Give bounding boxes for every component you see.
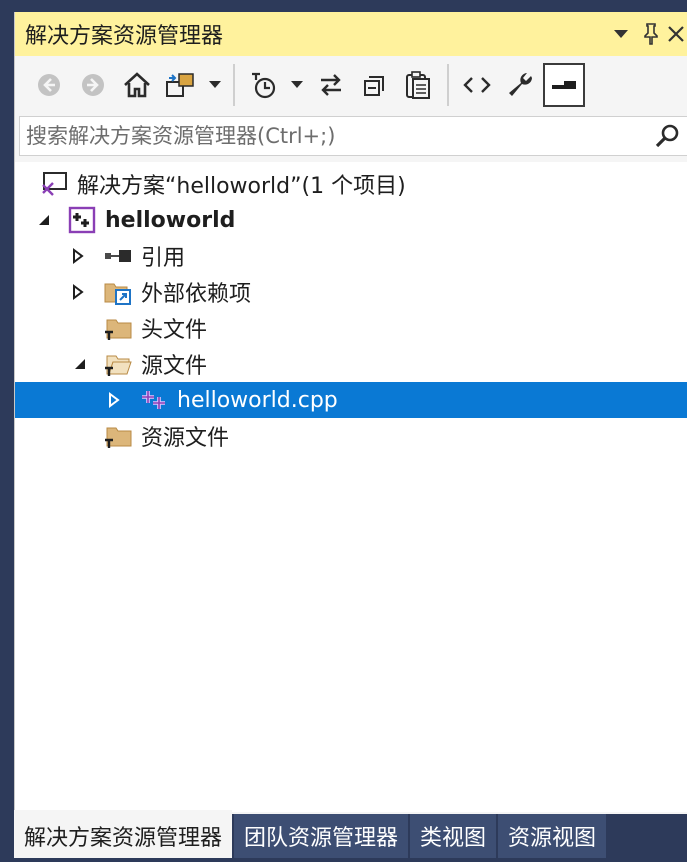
toolbar <box>15 56 687 114</box>
tree-item-header-files[interactable]: 头文件 <box>15 310 687 346</box>
filter-folder-icon <box>103 313 133 343</box>
collapse-all-icon[interactable] <box>353 63 397 107</box>
filter-folder-icon <box>103 421 133 451</box>
tree-item-solution[interactable]: 解决方案“helloworld”(1 个项目) <box>15 166 687 202</box>
bottom-tab-strip: 解决方案资源管理器 团队资源管理器 类视图 资源视图 <box>14 810 687 862</box>
tree-item-helloworld-cpp[interactable]: helloworld.cpp <box>15 382 687 418</box>
collapsed-arrow-icon[interactable] <box>67 274 89 310</box>
external-dependencies-folder-icon <box>103 277 133 307</box>
dropdown-arrow-icon[interactable] <box>285 63 309 107</box>
tab-team-explorer[interactable]: 团队资源管理器 <box>234 814 409 858</box>
references-icon <box>103 241 133 271</box>
tree-item-label: 头文件 <box>141 318 208 343</box>
tree-item-label: 引用 <box>141 246 186 271</box>
tree-item-source-files[interactable]: 源文件 <box>15 346 687 382</box>
tree-item-label: 源文件 <box>141 354 208 379</box>
tree-item-project[interactable]: helloworld <box>15 202 687 238</box>
expanded-arrow-icon[interactable] <box>69 346 91 382</box>
tab-class-view[interactable]: 类视图 <box>410 814 497 858</box>
cpp-project-icon <box>67 205 97 235</box>
close-icon[interactable] <box>666 12 687 56</box>
forward-icon[interactable] <box>71 63 115 107</box>
show-all-files-icon[interactable] <box>397 63 441 107</box>
cpp-file-icon <box>139 385 169 415</box>
view-code-icon[interactable] <box>455 63 499 107</box>
collapsed-arrow-icon[interactable] <box>103 382 125 418</box>
back-icon[interactable] <box>27 63 71 107</box>
pending-changes-filter-icon[interactable] <box>241 63 285 107</box>
left-frame-strip <box>0 0 14 862</box>
search-input[interactable] <box>20 117 647 155</box>
tree-item-external-dependencies[interactable]: 外部依赖项 <box>15 274 687 310</box>
properties-wrench-icon[interactable] <box>499 63 543 107</box>
toolbar-separator <box>447 64 449 106</box>
dropdown-arrow-icon[interactable] <box>203 63 227 107</box>
panel-title: 解决方案资源管理器 <box>25 24 224 49</box>
home-icon[interactable] <box>115 63 159 107</box>
tree-item-label: 外部依赖项 <box>141 282 252 307</box>
solution-icon <box>39 169 69 199</box>
open-filter-folder-icon <box>103 349 133 379</box>
switch-views-icon[interactable] <box>159 63 203 107</box>
tab-resource-view[interactable]: 资源视图 <box>498 814 607 858</box>
sync-icon[interactable] <box>309 63 353 107</box>
tab-solution-explorer[interactable]: 解决方案资源管理器 <box>14 810 233 858</box>
collapsed-arrow-icon[interactable] <box>67 238 89 274</box>
pin-icon[interactable] <box>636 12 666 56</box>
tree-item-label: helloworld.cpp <box>177 387 338 413</box>
dropdown-arrow-icon[interactable] <box>606 12 636 56</box>
preview-selected-icon[interactable] <box>543 63 585 107</box>
expanded-arrow-icon[interactable] <box>33 202 55 238</box>
solution-tree: 解决方案“helloworld”(1 个项目) helloworld 引用 外部… <box>15 162 687 812</box>
toolbar-separator <box>233 64 235 106</box>
search-box <box>19 116 687 156</box>
panel-title-bar: 解决方案资源管理器 <box>15 12 687 56</box>
tree-item-label: 资源文件 <box>141 426 230 451</box>
tree-item-label: helloworld <box>105 207 236 233</box>
tree-item-resource-files[interactable]: 资源文件 <box>15 418 687 454</box>
solution-explorer-panel: 解决方案资源管理器 搜索解决方案资源管理器(Ctrl+;) 解决方案“hello… <box>14 12 687 814</box>
tree-item-label: 解决方案“helloworld”(1 个项目) <box>77 174 406 199</box>
search-icon[interactable] <box>647 117 687 155</box>
tree-item-references[interactable]: 引用 <box>15 238 687 274</box>
